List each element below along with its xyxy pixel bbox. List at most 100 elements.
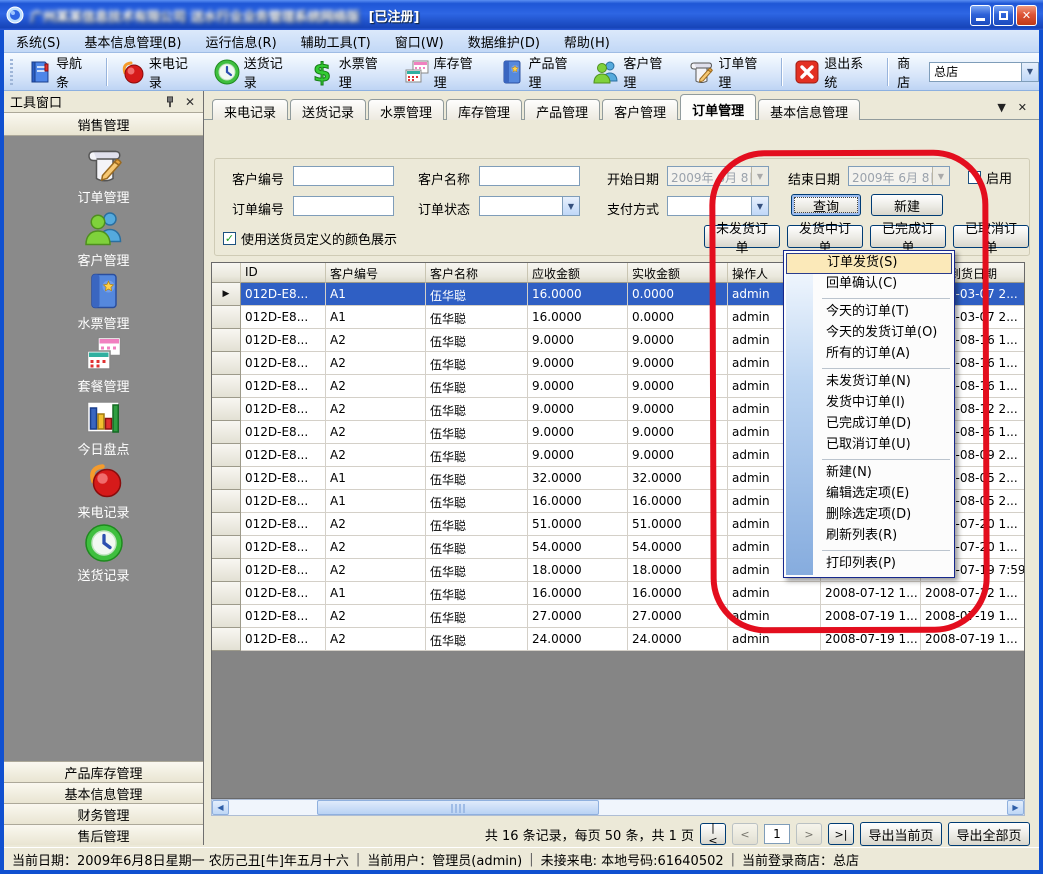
prev-page-button[interactable]: <	[732, 823, 758, 845]
toolbar-button-4[interactable]: 库存管理	[397, 50, 492, 94]
context-menu-item-13[interactable]: 编辑选定项(E)	[786, 484, 952, 505]
customer-no-input[interactable]	[293, 166, 394, 186]
new-button[interactable]: 新建	[871, 194, 943, 216]
pin-icon[interactable]	[163, 95, 177, 109]
toolbar-button-5[interactable]: 产品管理	[492, 50, 587, 94]
row-selector[interactable]	[212, 444, 241, 467]
context-menu-item-0[interactable]: 订单发货(S)	[786, 253, 952, 274]
enable-date-checkbox[interactable]	[968, 171, 981, 184]
next-page-button[interactable]: >	[796, 823, 822, 845]
context-menu-item-3[interactable]: 今天的订单(T)	[786, 302, 952, 323]
sidebar-item-5[interactable]: 来电记录	[4, 459, 203, 522]
context-menu-item-4[interactable]: 今天的发货订单(O)	[786, 323, 952, 344]
toolbar-button-3[interactable]: $水票管理	[302, 50, 397, 94]
horizontal-scrollbar[interactable]: ◀ ▶	[211, 799, 1025, 816]
tab-0[interactable]: 来电记录	[212, 99, 288, 120]
scrollbar-thumb[interactable]	[317, 800, 599, 815]
sidebar-item-1[interactable]: 客户管理	[4, 207, 203, 270]
maximize-button[interactable]	[993, 5, 1014, 26]
table-row[interactable]: 012D-E8...A1伍华聪16.000016.0000admin2008-0…	[212, 582, 1024, 605]
export-all-pages-button[interactable]: 导出全部页	[948, 822, 1030, 846]
page-number-input[interactable]: 1	[764, 824, 790, 844]
context-menu-item-14[interactable]: 删除选定项(D)	[786, 505, 952, 526]
row-selector[interactable]	[212, 582, 241, 605]
sidebar-section-0[interactable]: 产品库存管理	[4, 761, 203, 782]
column-header-1[interactable]: 客户编号	[326, 263, 426, 283]
table-row[interactable]: 012D-E8...A2伍华聪27.000027.0000admin2008-0…	[212, 605, 1024, 628]
tab-3[interactable]: 库存管理	[446, 99, 522, 120]
last-page-button[interactable]: >|	[828, 823, 854, 845]
order-status-filter-button-0[interactable]: 未发货订单	[704, 225, 780, 248]
tab-4[interactable]: 产品管理	[524, 99, 600, 120]
toolbar-button-7[interactable]: 订单管理	[681, 50, 776, 94]
sidebar-item-2[interactable]: 水票管理	[4, 270, 203, 333]
sidebar-item-0[interactable]: 订单管理	[4, 144, 203, 207]
first-page-button[interactable]: |<	[700, 823, 726, 845]
toolbar-grip[interactable]	[8, 59, 15, 85]
row-selector[interactable]	[212, 306, 241, 329]
export-current-page-button[interactable]: 导出当前页	[860, 822, 942, 846]
scroll-left-icon[interactable]: ◀	[212, 800, 229, 815]
row-selector[interactable]	[212, 421, 241, 444]
sidebar-item-6[interactable]: 送货记录	[4, 522, 203, 585]
context-menu-item-9[interactable]: 已完成订单(D)	[786, 414, 952, 435]
context-menu-item-17[interactable]: 打印列表(P)	[786, 554, 952, 575]
minimize-button[interactable]	[970, 5, 991, 26]
order-status-filter-button-1[interactable]: 发货中订单	[787, 225, 863, 248]
context-menu-item-15[interactable]: 刷新列表(R)	[786, 526, 952, 547]
chevron-down-icon[interactable]: ▼	[1021, 63, 1038, 81]
sidebar-item-3[interactable]: 套餐管理	[4, 333, 203, 396]
sidebar-section-sales[interactable]: 销售管理	[4, 113, 203, 136]
toolbar-button-1[interactable]: 来电记录	[112, 50, 207, 94]
toolbar-button-6[interactable]: 客户管理	[586, 50, 681, 94]
customer-name-input[interactable]	[479, 166, 580, 186]
row-selector[interactable]	[212, 467, 241, 490]
column-header-4[interactable]: 实收金额	[628, 263, 728, 283]
column-header-3[interactable]: 应收金额	[528, 263, 628, 283]
row-selector[interactable]	[212, 559, 241, 582]
end-date-picker[interactable]: 2009年 6月 8日 ▼	[848, 166, 950, 186]
row-selector[interactable]	[212, 398, 241, 421]
close-button[interactable]: ✕	[1016, 5, 1037, 26]
context-menu-item-12[interactable]: 新建(N)	[786, 463, 952, 484]
column-header-2[interactable]: 客户名称	[426, 263, 528, 283]
row-selector[interactable]: ▶	[212, 283, 241, 306]
query-button[interactable]: 查询	[791, 194, 861, 216]
row-selector[interactable]	[212, 513, 241, 536]
shop-select[interactable]: 总店 ▼	[929, 62, 1039, 82]
row-selector[interactable]	[212, 536, 241, 559]
sidebar-section-2[interactable]: 财务管理	[4, 803, 203, 824]
sidebar-item-4[interactable]: 今日盘点	[4, 396, 203, 459]
context-menu-item-7[interactable]: 未发货订单(N)	[786, 372, 952, 393]
tab-2[interactable]: 水票管理	[368, 99, 444, 120]
start-date-picker[interactable]: 2009年 6月 8日 ▼	[667, 166, 769, 186]
pay-method-select[interactable]: ▼	[667, 196, 769, 216]
sidebar-section-3[interactable]: 售后管理	[4, 824, 203, 845]
toolbar-button-0[interactable]: 导航条	[19, 50, 101, 94]
column-header-0[interactable]: ID	[241, 263, 326, 283]
row-selector[interactable]	[212, 605, 241, 628]
tab-7[interactable]: 基本信息管理	[758, 99, 860, 120]
order-status-filter-button-3[interactable]: 已取消订单	[953, 225, 1029, 248]
close-sidebar-icon[interactable]: ✕	[183, 95, 197, 109]
row-selector[interactable]	[212, 490, 241, 513]
tab-5[interactable]: 客户管理	[602, 99, 678, 120]
tab-list-dropdown-icon[interactable]: ▼	[997, 101, 1005, 114]
scroll-right-icon[interactable]: ▶	[1007, 800, 1024, 815]
order-status-select[interactable]: ▼	[479, 196, 580, 216]
tab-close-icon[interactable]: ✕	[1018, 101, 1027, 114]
row-selector[interactable]	[212, 352, 241, 375]
row-selector[interactable]	[212, 375, 241, 398]
deliveryman-color-checkbox[interactable]: ✓	[223, 232, 236, 245]
tab-6[interactable]: 订单管理	[680, 94, 756, 120]
toolbar-button-2[interactable]: 送货记录	[207, 50, 302, 94]
context-menu-item-8[interactable]: 发货中订单(I)	[786, 393, 952, 414]
sidebar-section-1[interactable]: 基本信息管理	[4, 782, 203, 803]
context-menu-item-5[interactable]: 所有的订单(A)	[786, 344, 952, 365]
order-status-filter-button-2[interactable]: 已完成订单	[870, 225, 946, 248]
chevron-down-icon[interactable]: ▼	[562, 197, 579, 215]
toolbar-button-8[interactable]: 退出系统	[787, 50, 882, 94]
context-menu-item-1[interactable]: 回单确认(C)	[786, 274, 952, 295]
row-selector[interactable]	[212, 329, 241, 352]
row-selector[interactable]	[212, 628, 241, 651]
